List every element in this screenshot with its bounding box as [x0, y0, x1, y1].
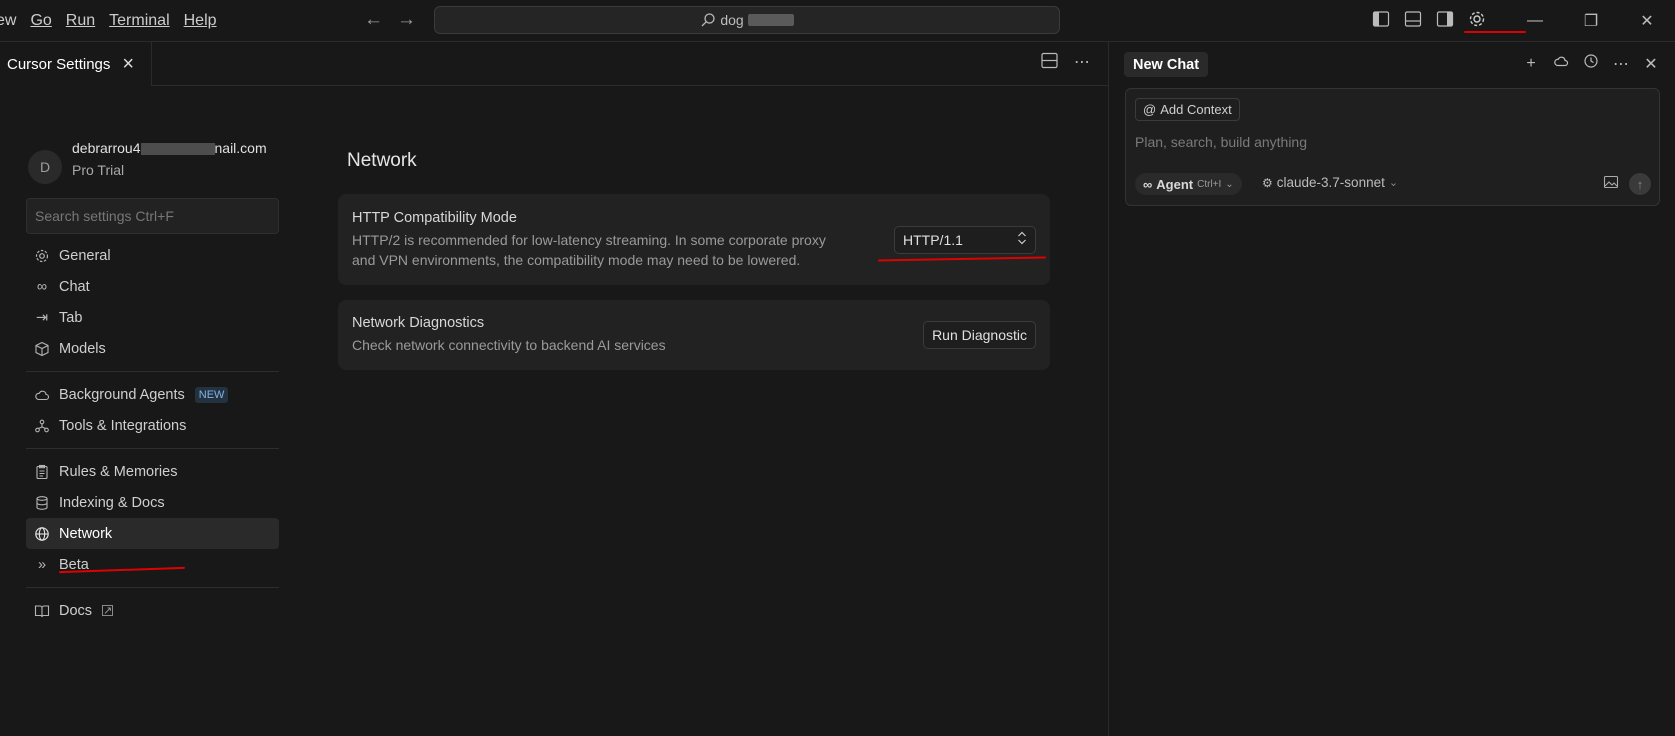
nav-group-agents: Background Agents NEW Tools & Integratio…	[26, 379, 279, 441]
cube-icon	[33, 340, 51, 358]
chat-input[interactable]	[1135, 131, 1635, 153]
toggle-panel-icon[interactable]	[1402, 8, 1424, 30]
clipboard-icon	[33, 463, 51, 481]
diagnostics-title: Network Diagnostics	[352, 315, 485, 331]
forward-arrow-icon[interactable]: →	[397, 10, 416, 30]
avatar: D	[28, 150, 62, 184]
toggle-primary-sidebar-icon[interactable]	[1370, 8, 1392, 30]
http-mode-select[interactable]: HTTP/1.1	[894, 225, 1036, 254]
command-center-search[interactable]: dog	[434, 6, 1060, 34]
divider	[26, 448, 279, 449]
sidebar-item-network[interactable]: Network	[26, 518, 279, 549]
menu-help[interactable]: Help	[184, 12, 217, 30]
page-title: Network	[347, 150, 417, 171]
sidebar-item-beta[interactable]: » Beta	[26, 549, 279, 580]
sidebar-item-indexing-docs[interactable]: Indexing & Docs	[26, 487, 279, 518]
tab-label: Cursor Settings	[7, 55, 111, 73]
close-icon[interactable]: ✕	[1643, 54, 1659, 74]
gear-icon	[33, 247, 51, 265]
tab-cursor-settings[interactable]: Cursor Settings ×	[0, 42, 152, 86]
chat-panel: New Chat + ⋯ ✕ @ Add Context ∞ Agent Ctr…	[1108, 42, 1675, 736]
editor-tab-bar: Cursor Settings × ⋯	[0, 42, 1108, 86]
globe-icon	[33, 525, 51, 543]
minimize-icon[interactable]: —	[1507, 0, 1563, 42]
nodes-icon	[33, 417, 51, 435]
toggle-secondary-sidebar-icon[interactable]	[1434, 8, 1456, 30]
http-mode-description: HTTP/2 is recommended for low-latency st…	[352, 231, 826, 268]
more-icon[interactable]: ⋯	[1613, 54, 1629, 74]
divider	[26, 587, 279, 588]
account-plan: Pro Trial	[72, 162, 125, 178]
settings-gear-icon[interactable]	[1466, 8, 1488, 30]
close-tab-icon[interactable]: ×	[122, 54, 134, 74]
redacted-text	[747, 14, 794, 26]
settings-search-input[interactable]	[26, 198, 279, 234]
sidebar-item-background-agents[interactable]: Background Agents NEW	[26, 379, 279, 410]
divider	[26, 371, 279, 372]
restore-icon[interactable]: ❐	[1563, 0, 1619, 42]
more-actions-icon[interactable]: ⋯	[1074, 52, 1090, 74]
redacted-email	[140, 143, 215, 156]
title-bar: ew Go Run Terminal Help ← → dog — ❐ ✕	[0, 0, 1675, 42]
agent-mode-selector[interactable]: ∞ Agent Ctrl+I ⌄	[1135, 173, 1242, 195]
at-icon: @	[1143, 102, 1157, 117]
model-selector[interactable]: ⚙ claude-3.7-sonnet ⌄	[1262, 175, 1398, 190]
menu-run[interactable]: Run	[66, 12, 95, 30]
http-compatibility-card: HTTP Compatibility Mode HTTP/2 is recomm…	[338, 194, 1050, 285]
send-arrow-icon[interactable]: ↑	[1629, 173, 1651, 195]
menu-view[interactable]: ew	[0, 12, 16, 30]
http-mode-title: HTTP Compatibility Mode	[352, 209, 517, 226]
sidebar-item-tab[interactable]: ⇥ Tab	[26, 302, 279, 333]
search-icon	[701, 13, 715, 27]
split-editor-icon[interactable]	[1041, 52, 1058, 74]
menu-go[interactable]: Go	[30, 12, 51, 30]
infinity-icon: ∞	[1143, 176, 1153, 192]
sidebar-item-models[interactable]: Models	[26, 333, 279, 364]
external-link-icon: ↗	[102, 605, 114, 617]
up-down-chevron-icon	[1017, 231, 1027, 248]
menu-terminal[interactable]: Terminal	[109, 12, 169, 30]
database-icon	[33, 494, 51, 512]
back-arrow-icon[interactable]: ←	[364, 10, 383, 30]
nav-group-context: Rules & Memories Indexing & Docs Network…	[26, 456, 279, 580]
chat-composer: @ Add Context ∞ Agent Ctrl+I ⌄ ⚙ claude-…	[1125, 88, 1660, 206]
http-mode-value: HTTP/1.1	[903, 231, 963, 248]
chat-header: New Chat + ⋯ ✕	[1109, 42, 1675, 86]
close-window-icon[interactable]: ✕	[1619, 0, 1675, 42]
sidebar-item-docs[interactable]: Docs ↗	[26, 595, 279, 626]
menu-bar: ew Go Run Terminal Help	[0, 0, 231, 42]
network-diagnostics-card: Network Diagnostics Check network connec…	[338, 300, 1050, 370]
new-badge: NEW	[194, 386, 229, 403]
brain-icon: ⚙	[1262, 175, 1273, 190]
agent-shortcut: Ctrl+I	[1197, 178, 1222, 190]
add-context-button[interactable]: @ Add Context	[1135, 98, 1240, 121]
history-icon[interactable]	[1583, 53, 1599, 74]
arrow-tab-icon: ⇥	[35, 309, 49, 326]
double-chevron-icon: »	[37, 556, 47, 573]
cloud-icon	[33, 386, 51, 404]
command-center-text: dog	[720, 12, 744, 28]
nav-group-main: General ∞ Chat ⇥ Tab Models	[26, 240, 279, 364]
diagnostics-description: Check network connectivity to backend AI…	[352, 337, 666, 353]
plus-icon[interactable]: +	[1523, 55, 1539, 73]
account-info: D debrarrou4 nail.com Pro Trial	[28, 140, 279, 184]
sidebar-item-general[interactable]: General	[26, 240, 279, 271]
annotation-underline	[1464, 31, 1526, 33]
chevron-down-icon: ⌄	[1225, 178, 1234, 190]
cloud-icon[interactable]	[1553, 54, 1569, 73]
chevron-down-icon: ⌄	[1388, 177, 1399, 189]
image-icon[interactable]	[1603, 175, 1619, 194]
nav-group-docs: Docs ↗	[26, 595, 279, 626]
sidebar-item-rules-memories[interactable]: Rules & Memories	[26, 456, 279, 487]
book-icon	[33, 602, 51, 620]
sidebar-item-tools-integrations[interactable]: Tools & Integrations	[26, 410, 279, 441]
infinity-icon: ∞	[36, 278, 48, 295]
account-email: debrarrou4 nail.com	[72, 140, 267, 156]
settings-sidebar: D debrarrou4nail.com Pro Trial General ∞…	[26, 140, 279, 626]
tab-new-chat[interactable]: New Chat	[1124, 52, 1209, 77]
sidebar-item-chat[interactable]: ∞ Chat	[26, 271, 279, 302]
network-settings-panel: Network HTTP Compatibility Mode HTTP/2 i…	[338, 140, 1050, 370]
run-diagnostic-button[interactable]: Run Diagnostic	[923, 321, 1036, 349]
